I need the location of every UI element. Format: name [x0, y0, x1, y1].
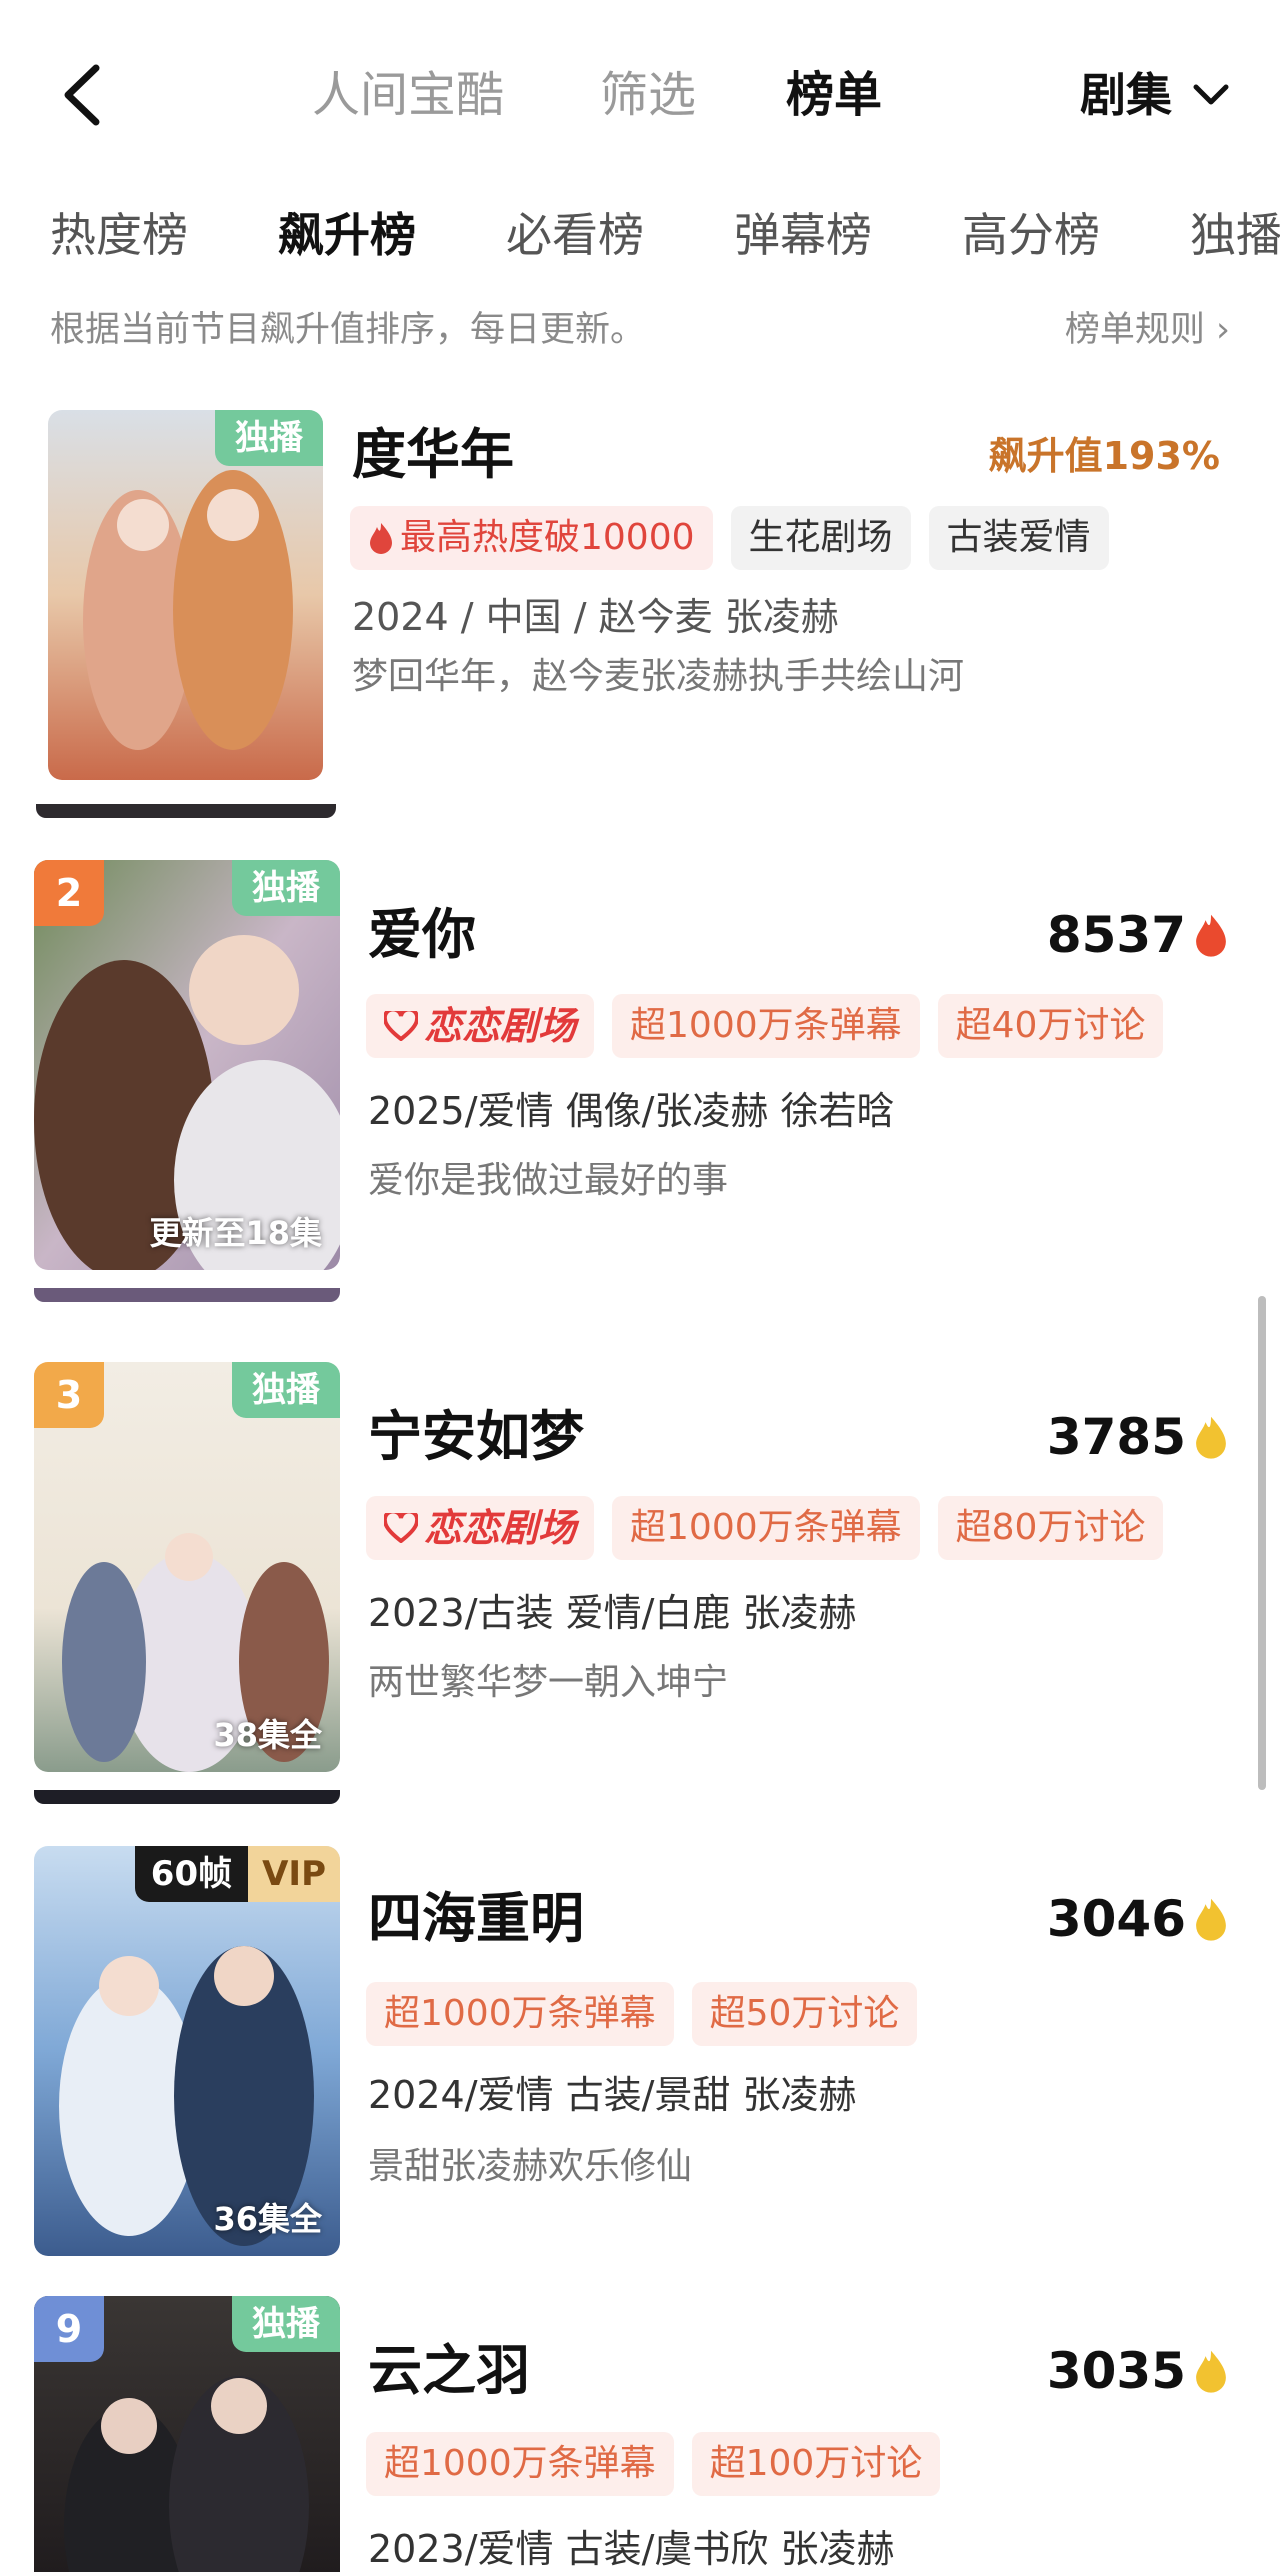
- item-title[interactable]: 云之羽: [368, 2336, 530, 2406]
- tab-exclusive[interactable]: 独播: [1190, 195, 1280, 275]
- flame-icon: [1196, 914, 1226, 957]
- tag: 超40万讨论: [937, 994, 1164, 1058]
- tag: 超1000万条弹幕: [366, 1982, 674, 2046]
- tab-danmaku[interactable]: 弹幕榜: [734, 195, 872, 275]
- item-title[interactable]: 爱你: [368, 900, 476, 970]
- tab-filter[interactable]: 筛选: [600, 62, 696, 128]
- tag: 生花剧场: [730, 506, 911, 570]
- item-meta: 2024/爱情 古装/景甜 张凌赫: [368, 2073, 857, 2117]
- rules-label: 榜单规则: [1064, 310, 1205, 350]
- episode-status: 更新至18集: [149, 1214, 322, 1252]
- tag: 超1000万条弹幕: [612, 994, 920, 1058]
- rank-badge: 3: [34, 1362, 104, 1428]
- rise-value: 飙升值193%: [988, 434, 1220, 478]
- poster[interactable]: 独播: [48, 410, 323, 780]
- hot-tag-label: 最高热度破10000: [400, 517, 695, 558]
- tab-renjian[interactable]: 人间宝酷: [312, 62, 504, 128]
- tag-row: 超1000万条弹幕 超100万讨论: [366, 2432, 941, 2496]
- tab-high-score[interactable]: 高分榜: [962, 195, 1100, 275]
- rules-link[interactable]: 榜单规则 ›: [1065, 300, 1230, 360]
- item-meta: 2025/爱情 偶像/张凌赫 徐若晗: [368, 1089, 895, 1133]
- top-nav: 人间宝酷 筛选 榜单 剧集: [0, 0, 1280, 200]
- item-title[interactable]: 宁安如梦: [368, 1402, 584, 1472]
- tag-row: 恋恋剧场 超1000万条弹幕 超80万讨论: [366, 1496, 1164, 1560]
- poster[interactable]: 3 独播 38集全: [34, 1362, 340, 1772]
- hot-tag: 最高热度破10000: [350, 506, 713, 570]
- item-meta: 2024 / 中国 / 赵今麦 张凌赫: [352, 595, 839, 639]
- heat-value: 8537: [1046, 906, 1186, 964]
- tab-hot[interactable]: 热度榜: [50, 195, 188, 275]
- back-arrow-icon[interactable]: [58, 62, 108, 128]
- tag: 古装爱情: [928, 506, 1109, 570]
- item-meta: 2023/爱情 古装/虞书欣 张凌赫: [368, 2527, 895, 2571]
- tag: 超1000万条弹幕: [366, 2432, 674, 2496]
- flame-icon: [1196, 1416, 1226, 1459]
- tag-row: 最高热度破10000 生花剧场 古装爱情: [350, 506, 1109, 570]
- tag-row: 恋恋剧场 超1000万条弹幕 超40万讨论: [366, 994, 1164, 1058]
- series-label: 剧集: [1080, 68, 1172, 122]
- tag: 超100万讨论: [691, 2432, 941, 2496]
- poster[interactable]: 2 独播 更新至18集: [34, 860, 340, 1270]
- category-tabs: 热度榜 飙升榜 必看榜 弹幕榜 高分榜 独播: [0, 195, 1280, 275]
- poster[interactable]: 9 独播: [34, 2296, 340, 2572]
- theater-logo-tag: 恋恋剧场: [366, 994, 595, 1058]
- theater-logo-label: 恋恋剧场: [424, 1506, 577, 1550]
- flame-icon: [370, 523, 392, 554]
- tab-must-watch[interactable]: 必看榜: [506, 195, 644, 275]
- tag: 超80万讨论: [937, 1496, 1164, 1560]
- item-title[interactable]: 四海重明: [368, 1884, 584, 1954]
- vip-label: VIP: [248, 1846, 340, 1902]
- episode-status: 38集全: [213, 1716, 322, 1754]
- heart-logo-icon: [384, 1011, 418, 1041]
- tab-rising[interactable]: 飙升榜: [278, 195, 416, 275]
- flame-icon: [1196, 1898, 1226, 1941]
- item-desc: 两世繁华梦一朝入坤宁: [368, 1662, 729, 1703]
- item-meta: 2023/古装 爱情/白鹿 张凌赫: [368, 1591, 857, 1635]
- heart-logo-icon: [384, 1513, 418, 1543]
- item-desc: 爱你是我做过最好的事: [368, 1160, 729, 1201]
- list-item[interactable]: 2 独播 更新至18集 爱你 8537 恋恋剧场 超1000万条弹幕 超40万讨…: [0, 860, 1280, 1330]
- heat-score: 3785: [1047, 1402, 1230, 1472]
- theater-logo-label: 恋恋剧场: [424, 1004, 577, 1048]
- heat-value: 3046: [1046, 1890, 1186, 1948]
- list-item[interactable]: 独播 度华年 飙升值193% 最高热度破10000 生花剧场 古装爱情 2024…: [0, 410, 1280, 830]
- exclusive-badge: 独播: [215, 410, 323, 466]
- list-item[interactable]: 3 独播 38集全 宁安如梦 3785 恋恋剧场 超1000万条弹幕 超80万讨…: [0, 1362, 1280, 1812]
- tag-row: 超1000万条弹幕 超50万讨论: [366, 1982, 918, 2046]
- poster[interactable]: 60帧 VIP 36集全: [34, 1846, 340, 2256]
- tag: 超50万讨论: [691, 1982, 918, 2046]
- exclusive-badge: 独播: [232, 860, 340, 916]
- poster-strip: [36, 804, 336, 818]
- flame-icon: [1196, 2350, 1226, 2393]
- list-item[interactable]: 9 独播 云之羽 3035 超1000万条弹幕 超100万讨论 2023/爱情 …: [0, 2296, 1280, 2572]
- heat-score: 3046: [1047, 1884, 1230, 1954]
- list-item[interactable]: 60帧 VIP 36集全 四海重明 3046 超1000万条弹幕 超50万讨论 …: [0, 1846, 1280, 2276]
- rank-badge: 9: [34, 2296, 104, 2362]
- exclusive-badge: 独播: [232, 2296, 340, 2352]
- heat-value: 3785: [1046, 1408, 1186, 1466]
- heat-value: 3035: [1046, 2342, 1186, 2400]
- chevron-down-icon: [1193, 84, 1229, 105]
- fps-badge: 60帧 VIP: [134, 1846, 340, 1902]
- heat-score: 8537: [1047, 900, 1230, 970]
- scrollbar[interactable]: [1258, 1296, 1266, 1790]
- theater-logo-tag: 恋恋剧场: [366, 1496, 595, 1560]
- tab-rankings[interactable]: 榜单: [786, 62, 882, 128]
- tag: 超1000万条弹幕: [612, 1496, 920, 1560]
- item-title[interactable]: 度华年: [352, 420, 514, 490]
- item-desc: 梦回华年，赵今麦张凌赫执手共绘山河: [352, 656, 965, 697]
- chevron-right-icon: ›: [1216, 310, 1230, 350]
- poster-strip: [34, 1790, 340, 1804]
- exclusive-badge: 独播: [232, 1362, 340, 1418]
- fps-label: 60帧: [134, 1846, 249, 1902]
- item-desc: 景甜张凌赫欢乐修仙: [368, 2146, 693, 2187]
- rank-badge: 2: [34, 860, 104, 926]
- series-dropdown[interactable]: 剧集: [1080, 62, 1230, 128]
- poster-strip: [34, 1288, 340, 1302]
- ranking-description: 根据当前节目飙升值排序，每日更新。: [50, 310, 646, 350]
- heat-score: 3035: [1047, 2336, 1230, 2406]
- episode-status: 36集全: [213, 2200, 322, 2238]
- description-row: 根据当前节目飙升值排序，每日更新。 榜单规则 ›: [0, 300, 1280, 360]
